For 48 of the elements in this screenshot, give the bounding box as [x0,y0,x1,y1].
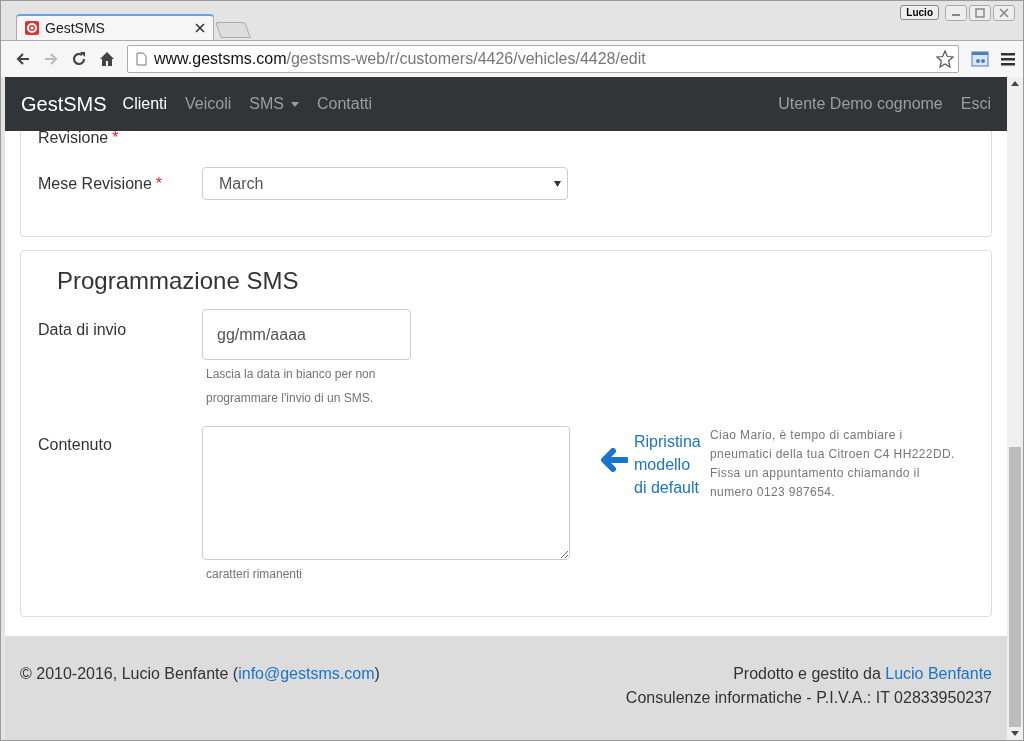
close-icon[interactable] [195,23,205,33]
app-logo-icon [25,21,39,35]
section-title: Programmazione SMS [57,267,300,295]
nav-link[interactable]: Esci [960,95,991,113]
date-field[interactable]: gg/mm/aaaa [202,309,411,360]
field-label: Contenuto [38,436,112,454]
star-icon[interactable] [936,50,954,68]
required-mark: * [155,174,163,193]
help-text: caratteri rimanenti [205,566,304,583]
menu-icon[interactable] [1001,52,1015,66]
field-label: Revisione [38,131,109,145]
maximize-icon [975,8,985,18]
field-label: Mese Revisione [38,174,152,193]
home-icon[interactable] [99,51,115,67]
month-select[interactable]: March [202,167,568,200]
nav-link[interactable]: Veicoli [185,95,232,113]
scroll-down-icon[interactable] [1011,731,1019,736]
caret-icon [290,101,299,107]
credit-text: Prodotto e gestito da Lucio Benfante [732,664,992,684]
reload-icon[interactable] [71,51,87,67]
brand-link[interactable]: GestSMS [21,92,107,116]
copyright-text: © 2010-2016, Lucio Benfante (info@gestsms.com) [20,664,380,684]
nav-link[interactable]: Clienti [122,95,168,113]
minimize-button[interactable] [945,5,967,21]
tab-title: GestSMS [45,20,106,36]
scrollbar[interactable] [1007,77,1023,740]
page-icon [136,52,147,66]
nav-link[interactable]: SMS [249,95,299,113]
field-label: Data di invio [38,321,127,339]
close-button[interactable] [993,5,1015,21]
vat-text: Consulenze informatiche - P.I.V.A.: IT 02833950237 [625,688,992,708]
required-mark: * [112,131,119,145]
help-text: Lascia la data in bianco per non programmare l'invio di un SMS. [205,366,377,407]
back-icon[interactable] [15,51,31,67]
left-arrow-icon [600,448,628,472]
extension-icon[interactable] [971,51,989,67]
caret-icon [554,180,561,187]
user-badge[interactable]: Lucio [900,5,939,20]
author-link[interactable]: Lucio Benfante [885,665,992,682]
restore-default-link[interactable]: Ripristina modello di default [634,430,704,499]
template-text: Ciao Mario, è tempo di cambiare i pneumatici della tua Citroen C4 HH222DD. Fissa un appuntamento chiamando il numero 0123 987654. [710,427,956,501]
nav-link[interactable]: Utente Demo cognome [778,95,943,113]
nav-link[interactable]: Contatti [316,95,373,113]
address-bar[interactable]: www.gestsms.com/gestsms-web/r/customers/4426/vehicles/4428/edit [127,45,959,73]
browser-tab[interactable]: GestSMS [16,14,214,40]
scroll-up-icon[interactable] [1011,81,1019,86]
email-link[interactable]: info@gestsms.com [238,665,375,682]
close-icon [999,8,1009,18]
